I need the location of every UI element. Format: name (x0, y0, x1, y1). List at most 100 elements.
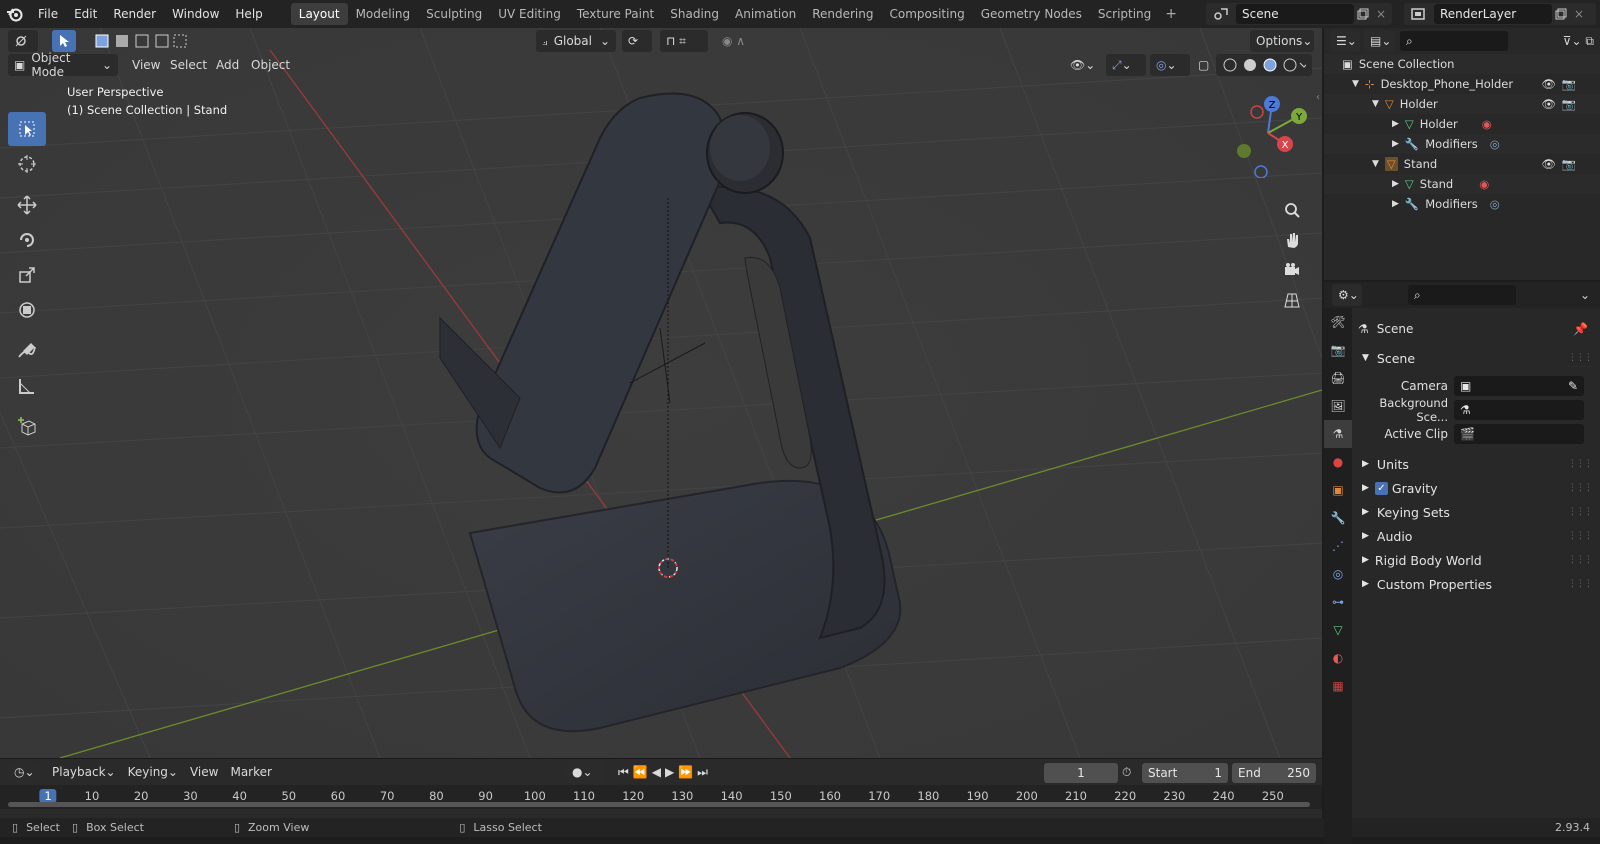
unlink-scene-icon[interactable]: × (1372, 7, 1390, 21)
tab-texture-paint[interactable]: Texture Paint (569, 3, 662, 25)
outliner-row-stand-modifiers[interactable]: ▶ 🔧 Modifiers ◎ (1324, 194, 1600, 214)
menu-help[interactable]: Help (227, 0, 270, 28)
menu-view[interactable]: View (126, 54, 166, 76)
gizmo-toggle-icon[interactable]: ⤢ ⌄ (1106, 54, 1146, 76)
pivot-point-icon[interactable]: ⟳ (622, 30, 652, 52)
select-box-tool-icon[interactable] (8, 112, 46, 146)
material-tab-icon[interactable]: ◐ (1324, 644, 1352, 672)
outliner-row-stand[interactable]: ▼ ▽ Stand 👁 📷 (1324, 154, 1600, 174)
units-panel-header[interactable]: ▶ Units ⋮⋮⋮ (1354, 452, 1600, 476)
scene-name-field[interactable]: Scene (1236, 4, 1354, 24)
background-scene-field[interactable]: ⚗ (1454, 400, 1584, 420)
camera-icon[interactable]: 📷 (1562, 157, 1576, 171)
transform-tool-icon[interactable] (8, 293, 46, 327)
output-tab-icon[interactable]: 🖨 (1324, 364, 1352, 392)
pin-icon[interactable]: 📌 (1573, 322, 1588, 336)
tab-scripting[interactable]: Scripting (1090, 3, 1159, 25)
keying-sets-panel-header[interactable]: ▶ Keying Sets ⋮⋮⋮ (1354, 500, 1600, 524)
timeline-scrollbar[interactable] (8, 802, 1310, 807)
outliner-row-holder-modifiers[interactable]: ▶ 🔧 Modifiers ◎ (1324, 134, 1600, 154)
menu-object[interactable]: Object (245, 54, 296, 76)
duplicate-view-layer-icon[interactable] (1552, 8, 1570, 20)
measure-tool-icon[interactable] (8, 369, 46, 403)
rigid-body-world-panel-header[interactable]: ▶ Rigid Body World ⋮⋮⋮ (1354, 548, 1600, 572)
playback-controls[interactable]: ⏮⏪◀▶⏩⏭ (612, 761, 728, 783)
view-layer-tab-icon[interactable]: 🖼 (1324, 392, 1352, 420)
perspective-toggle-icon[interactable] (1278, 286, 1306, 314)
scene-panel-header[interactable]: ▼ Scene ⋮⋮⋮ (1354, 346, 1600, 370)
display-mode-icon[interactable]: ▤⌄ (1364, 30, 1394, 52)
select-tool-icon[interactable] (52, 30, 76, 52)
menu-file[interactable]: File (30, 0, 66, 28)
drag-handle-icon[interactable]: ⋮⋮⋮ (1568, 555, 1593, 565)
menu-select[interactable]: Select (164, 54, 213, 76)
physics-tab-icon[interactable]: ◎ (1324, 560, 1352, 588)
overlay-toggle-icon[interactable]: ◎ ⌄ (1150, 54, 1190, 76)
view-layer-selector[interactable]: RenderLayer × (1404, 3, 1596, 25)
stopwatch-icon[interactable]: ⏱ (1122, 765, 1131, 780)
eye-icon[interactable]: 👁 (1541, 157, 1556, 171)
properties-search-input[interactable]: ⌕ (1408, 285, 1516, 305)
menu-timeline-view[interactable]: View (184, 761, 224, 783)
modifier-icon[interactable]: ◎ (1490, 197, 1500, 211)
menu-render[interactable]: Render (105, 0, 164, 28)
world-tab-icon[interactable]: ● (1324, 448, 1352, 476)
xray-toggle-icon[interactable]: ▢ (1192, 54, 1214, 76)
tab-rendering[interactable]: Rendering (804, 3, 881, 25)
navigation-gizmo[interactable]: Z Y X (1223, 88, 1313, 178)
chevron-down-icon[interactable]: ⌄ (1580, 288, 1590, 302)
annotate-tool-icon[interactable] (8, 334, 46, 368)
tab-shading[interactable]: Shading (662, 3, 727, 25)
eye-icon[interactable]: 👁 (1541, 97, 1556, 111)
mode-dropdown[interactable]: ▣ Object Mode ⌄ (8, 51, 118, 79)
modifier-tab-icon[interactable]: 🔧 (1324, 504, 1352, 532)
menu-playback[interactable]: Playback ⌄ (46, 761, 122, 783)
add-cube-tool-icon[interactable] (8, 410, 46, 444)
tab-modeling[interactable]: Modeling (348, 3, 419, 25)
custom-properties-panel-header[interactable]: ▶ Custom Properties ⋮⋮⋮ (1354, 572, 1600, 596)
pan-hand-icon[interactable] (1278, 226, 1306, 254)
outliner-row-holder-mesh[interactable]: ▶ ▽ Holder ◉ (1324, 114, 1600, 134)
drag-handle-icon[interactable]: ⋮⋮⋮ (1568, 507, 1593, 517)
cursor-tool-icon[interactable] (8, 147, 46, 181)
move-tool-icon[interactable] (8, 188, 46, 222)
outliner-editor-type-icon[interactable]: ☰⌄ (1330, 30, 1360, 52)
drag-handle-icon[interactable]: ⋮⋮⋮ (1568, 483, 1593, 493)
3d-viewport[interactable]: ⟓ Global ⌄ ⟳ ⊓ ⌗ ◉ ∧ Options ⌄ ▣ Object Mode… (0, 28, 1322, 758)
menu-add[interactable]: Add (210, 54, 245, 76)
selection-mode-icons[interactable] (88, 30, 195, 52)
properties-editor-type-icon[interactable]: ⚙⌄ (1332, 284, 1362, 306)
eye-icon[interactable]: 👁 (1541, 77, 1556, 91)
texture-tab-icon[interactable]: ▦ (1324, 672, 1352, 700)
rotate-tool-icon[interactable] (8, 223, 46, 257)
scale-tool-icon[interactable] (8, 258, 46, 292)
eyedropper-icon[interactable]: ✎ (1568, 376, 1578, 396)
render-tab-icon[interactable]: 📷 (1324, 336, 1352, 364)
camera-field[interactable]: ▣ ✎ (1454, 376, 1584, 396)
active-clip-field[interactable]: 🎬 (1454, 424, 1584, 444)
material-icon[interactable]: ◉ (1479, 177, 1489, 191)
menu-marker[interactable]: Marker (224, 761, 277, 783)
zoom-icon[interactable] (1278, 196, 1306, 224)
remove-view-layer-icon[interactable]: × (1570, 7, 1588, 21)
start-frame-field[interactable]: Start 1 (1142, 763, 1228, 783)
drag-handle-icon[interactable]: ⋮⋮⋮ (1568, 579, 1593, 589)
outliner-row-holder[interactable]: ▼ ▽ Holder 👁 📷 (1324, 94, 1600, 114)
outliner-row-stand-mesh[interactable]: ▶ ▽ Stand ◉ (1324, 174, 1600, 194)
drag-handle-icon[interactable]: ⋮⋮⋮ (1568, 353, 1593, 363)
modifier-icon[interactable]: ◎ (1490, 137, 1500, 151)
outliner-row-desktop-phone-holder[interactable]: ▼ ⊹ Desktop_Phone_Holder 👁 📷 (1324, 74, 1600, 94)
duplicate-scene-icon[interactable] (1354, 8, 1372, 20)
current-frame-field[interactable]: 1 (1044, 763, 1118, 783)
visibility-icon[interactable]: 👁⌄ (1064, 54, 1104, 76)
snap-icon[interactable]: ⊓ ⌗ (660, 30, 708, 52)
constraints-tab-icon[interactable]: ⊶ (1324, 588, 1352, 616)
drag-handle-icon[interactable]: ⋮⋮⋮ (1568, 531, 1593, 541)
editor-type-icon[interactable] (8, 30, 38, 52)
auto-keying-icon[interactable]: ●⌄ (566, 761, 604, 783)
scene-tab-icon[interactable]: ⚗ (1324, 420, 1352, 448)
shading-modes[interactable] (1216, 54, 1312, 76)
tab-layout[interactable]: Layout (290, 3, 348, 25)
material-icon[interactable]: ◉ (1482, 117, 1492, 131)
outliner-search-input[interactable]: ⌕ (1400, 31, 1508, 51)
